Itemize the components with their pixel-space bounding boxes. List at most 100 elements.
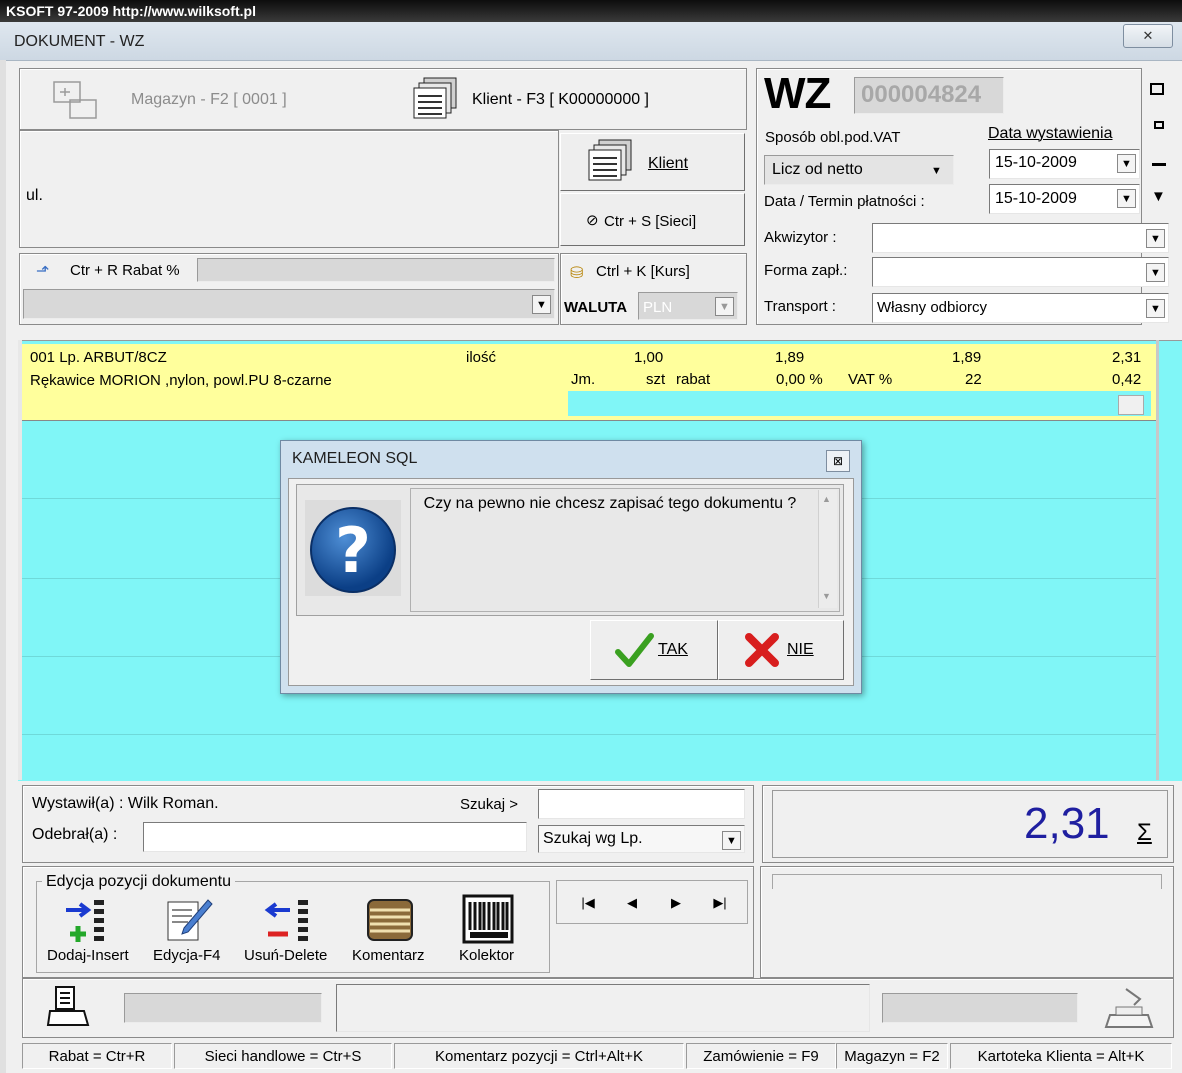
status-rabat: Rabat = Ctr+R: [22, 1043, 172, 1069]
maximize-button[interactable]: [1150, 83, 1164, 95]
edit-icon[interactable]: [164, 894, 214, 944]
payment-date-dropdown-button[interactable]: ▼: [1117, 189, 1136, 208]
akwizytor-field[interactable]: [872, 223, 1169, 253]
scroll-up-icon[interactable]: ▲: [822, 494, 831, 504]
comment-icon[interactable]: [366, 898, 414, 942]
phone-icon[interactable]: [1104, 985, 1156, 1031]
rabat-field[interactable]: [197, 258, 555, 282]
forma-field[interactable]: [872, 257, 1169, 287]
close-icon: ✕: [1142, 28, 1154, 43]
akwizytor-dropdown-button[interactable]: ▼: [1146, 229, 1165, 248]
comment-label[interactable]: Komentarz: [352, 947, 425, 964]
first-record-button[interactable]: |◀: [578, 893, 598, 913]
scroll-down-icon[interactable]: ▼: [822, 591, 831, 601]
magazyn-label[interactable]: Magazyn - F2 [ 0001 ]: [131, 91, 287, 109]
status-field-3: [882, 993, 1078, 1023]
item-name: Rękawice MORION ,nylon, powl.PU 8-czarne: [30, 372, 332, 389]
item-ilosc-label: ilość: [466, 349, 497, 366]
item-price2: 1,89: [952, 349, 982, 366]
prev-record-button[interactable]: ◀: [622, 893, 642, 913]
add-insert-label[interactable]: Dodaj-Insert: [47, 947, 129, 964]
status-zamowienie: Zamówienie = F9: [686, 1043, 836, 1069]
status-field-2: [336, 984, 870, 1032]
grid-line: [22, 734, 1156, 735]
item-gross: 2,31: [1112, 349, 1142, 366]
scroll-down-button[interactable]: ▼: [1151, 188, 1166, 205]
yes-button-label: TAK: [658, 641, 688, 658]
status-field-1: [124, 993, 322, 1023]
transport-dropdown-button[interactable]: ▼: [1146, 299, 1165, 318]
checkmark-icon: [614, 630, 654, 670]
collector-label[interactable]: Kolektor: [459, 947, 514, 964]
window-close-button[interactable]: ✕: [1123, 24, 1173, 48]
left-edge: [0, 60, 6, 1073]
total-value: 2,31: [1024, 799, 1110, 848]
item-vat-value: 22: [965, 371, 982, 388]
chevron-down-icon: ▼: [536, 298, 547, 311]
forma-label: Forma zapł.:: [764, 262, 848, 279]
magazyn-icon: [52, 80, 98, 120]
payment-date-label: Data / Termin płatności :: [764, 193, 925, 210]
dialog-close-button[interactable]: ⊠: [826, 450, 850, 472]
barcode-collector-icon[interactable]: [462, 894, 514, 944]
notes-line: [772, 874, 1162, 889]
website-banner: KSOFT 97-2009 http://www.wilksoft.pl: [6, 3, 256, 19]
szukaj-input[interactable]: [538, 789, 745, 819]
item-vat-amount: 0,42: [1112, 371, 1142, 388]
delete-label[interactable]: Usuń-Delete: [244, 947, 327, 964]
question-icon: ?: [305, 500, 401, 596]
rabat-label: Ctr + R Rabat %: [70, 262, 180, 279]
window-titlebar: [0, 22, 1182, 61]
chevron-down-icon: ▼: [931, 164, 942, 177]
szukaj-wg-dropdown-button[interactable]: ▼: [722, 831, 741, 850]
rabat-select[interactable]: [23, 289, 555, 319]
minimize-button[interactable]: [1152, 163, 1166, 166]
klient-button-label: Klient: [648, 155, 689, 172]
last-record-button[interactable]: ▶|: [710, 893, 730, 913]
waluta-label: WALUTA: [564, 299, 628, 316]
item-rabat-label: rabat: [676, 371, 711, 388]
status-magazyn: Magazyn = F2: [836, 1043, 948, 1069]
cardfile-icon[interactable]: [410, 76, 460, 122]
address-panel: [19, 130, 559, 248]
item-price1: 1,89: [775, 349, 805, 366]
kurs-label[interactable]: Ctrl + K [Kurs]: [596, 263, 690, 280]
item-jm-label: Jm.: [571, 371, 596, 388]
transport-label: Transport :: [764, 298, 836, 315]
add-insert-icon[interactable]: [64, 896, 112, 942]
issue-date-value: 15-10-2009: [995, 154, 1077, 171]
print-icon[interactable]: [46, 985, 90, 1031]
yes-button[interactable]: [590, 620, 718, 680]
close-icon: ⊠: [832, 454, 844, 468]
edit-label[interactable]: Edycja-F4: [153, 947, 221, 964]
chevron-down-icon: ▼: [1121, 157, 1132, 170]
waluta-dropdown-button[interactable]: ▼: [715, 297, 734, 316]
klient-f3-label[interactable]: Klient - F3 [ K00000000 ]: [472, 91, 649, 109]
link-icon: ⊘: [586, 212, 599, 229]
next-record-button[interactable]: ▶: [666, 893, 686, 913]
sum-button[interactable]: Σ: [1137, 819, 1152, 847]
chevron-down-icon: ▼: [726, 834, 737, 847]
item-qty: 1,00: [634, 349, 664, 366]
wystawil-label: Wystawił(a) : Wilk Roman.: [32, 795, 219, 812]
row-edit-button[interactable]: [1118, 395, 1144, 415]
restore-button[interactable]: [1154, 121, 1164, 129]
chevron-down-icon: ▼: [1150, 302, 1161, 315]
edit-group-legend: Edycja pozycji dokumentu: [42, 873, 235, 891]
status-sieci: Sieci handlowe = Ctr+S: [174, 1043, 392, 1069]
issue-date-dropdown-button[interactable]: ▼: [1117, 154, 1136, 173]
vat-method-label: Sposób obl.pod.VAT: [765, 129, 901, 146]
status-kartoteka: Kartoteka Klienta = Alt+K: [950, 1043, 1172, 1069]
akwizytor-label: Akwizytor :: [764, 229, 837, 246]
row-edit-cell[interactable]: [568, 391, 1151, 416]
item-lp: 001 Lp. ARBUT/8CZ: [30, 349, 167, 366]
vat-method-dropdown-button[interactable]: ▼: [927, 161, 946, 180]
no-button[interactable]: [718, 620, 844, 680]
odebral-input[interactable]: [143, 822, 527, 852]
rabat-dropdown-button[interactable]: ▼: [532, 295, 551, 314]
item-rabat-value: 0,00 %: [776, 371, 823, 388]
delete-icon[interactable]: [264, 896, 312, 942]
forma-dropdown-button[interactable]: ▼: [1146, 263, 1165, 282]
dialog-message: Czy na pewno nie chcesz zapisać tego dok…: [423, 495, 797, 512]
szukaj-wg-value: Szukaj wg Lp.: [543, 830, 643, 847]
